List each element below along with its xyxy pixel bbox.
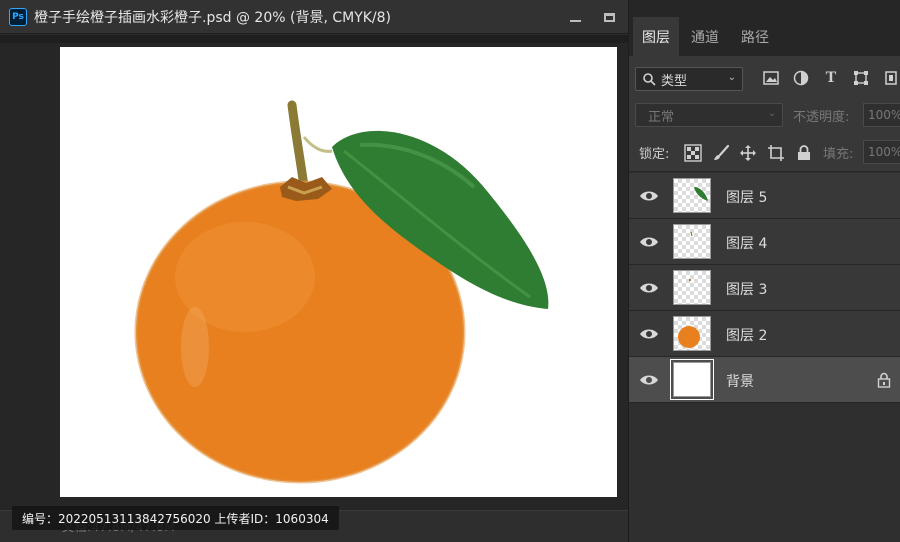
artboard[interactable]: [60, 47, 617, 497]
minimize-button[interactable]: [562, 5, 588, 29]
tab-layers[interactable]: 图层: [633, 17, 679, 56]
filter-type-label: 类型: [661, 73, 688, 89]
lock-all-button[interactable]: [792, 141, 816, 165]
leaf-thumbnail-art: [694, 187, 708, 201]
eye-icon[interactable]: [639, 279, 659, 297]
layer-name[interactable]: 图层 4: [726, 233, 767, 253]
photoshop-window: Ps 橙子手绘橙子插画水彩橙子.psd @ 20% (背景, CMYK/8) 编…: [0, 0, 900, 542]
filter-type-select[interactable]: 类型 ⌄: [635, 67, 743, 91]
brush-icon: [714, 144, 730, 160]
search-icon: [643, 73, 656, 86]
tab-paths[interactable]: 路径: [731, 17, 779, 56]
lock-icon: [798, 145, 810, 160]
layer-thumbnail: [673, 316, 711, 351]
layer-row[interactable]: 图层 5: [629, 173, 900, 219]
layer-row[interactable]: 图层 3: [629, 265, 900, 311]
document-window: Ps 橙子手绘橙子插画水彩橙子.psd @ 20% (背景, CMYK/8) 编…: [0, 0, 628, 542]
canvas-area[interactable]: [0, 35, 628, 510]
document-title[interactable]: 橙子手绘橙子插画水彩橙子.psd @ 20% (背景, CMYK/8): [34, 7, 391, 27]
eye-icon[interactable]: [639, 371, 659, 389]
layer-name[interactable]: 图层 3: [726, 279, 767, 299]
filter-adjustment-layer-button[interactable]: [791, 68, 811, 88]
restore-button[interactable]: [596, 5, 622, 29]
fill-label: 填充:: [823, 147, 854, 162]
lock-transparent-pixels-button[interactable]: [681, 141, 705, 165]
leaf-twig: [302, 136, 333, 153]
move-arrows-icon: [740, 145, 756, 161]
layer-name[interactable]: 背景: [726, 371, 754, 391]
layers-panel: 图层 通道 路径 类型 ⌄ T 正常 ⌄ 不透明度: 100% 锁定: 填充: …: [628, 0, 900, 542]
layer-thumbnail: [673, 270, 711, 305]
opacity-input[interactable]: 100%: [863, 103, 900, 127]
filter-smart-object-button[interactable]: [881, 68, 900, 88]
minimize-icon: [569, 20, 581, 22]
tab-channels[interactable]: 通道: [681, 17, 729, 56]
opacity-label: 不透明度:: [793, 110, 850, 125]
adjustment-circle-icon: [793, 70, 809, 86]
shape-transform-icon: [854, 71, 868, 85]
blend-mode-value: 正常: [648, 109, 675, 125]
filter-shape-layer-button[interactable]: [851, 68, 871, 88]
filter-type-layer-button[interactable]: T: [821, 68, 841, 88]
restore-icon: [603, 12, 615, 22]
checker-lock-icon: [684, 144, 702, 162]
lock-label: 锁定:: [639, 147, 670, 162]
smart-object-icon: [885, 71, 897, 85]
lock-position-button[interactable]: [736, 141, 760, 165]
document-tab-bar[interactable]: Ps 橙子手绘橙子插画水彩橙子.psd @ 20% (背景, CMYK/8): [0, 0, 628, 34]
text-t-icon: T: [825, 69, 837, 86]
stem-thumbnail-art: [690, 231, 693, 237]
crop-frame-icon: [768, 145, 784, 161]
layer-row[interactable]: 图层 2: [629, 311, 900, 357]
chevron-down-icon: ⌄: [767, 108, 776, 119]
layer-thumbnail: [673, 178, 711, 213]
orange-illustration: [134, 100, 549, 484]
eye-icon[interactable]: [639, 233, 659, 251]
filter-pixel-layer-button[interactable]: [761, 68, 781, 88]
layer-thumbnail: [670, 359, 714, 400]
calyx-thumbnail-art: [689, 279, 691, 281]
orange-thumbnail-art: [678, 326, 700, 348]
layer-thumbnail: [673, 224, 711, 259]
fill-input[interactable]: 100%: [863, 140, 900, 164]
eye-icon[interactable]: [639, 187, 659, 205]
photoshop-app-icon: Ps: [9, 7, 27, 26]
lock-image-pixels-button[interactable]: [709, 141, 733, 165]
lock-icon: [877, 372, 891, 388]
canvas-top-shade: [0, 35, 628, 43]
blend-mode-select[interactable]: 正常 ⌄: [635, 103, 783, 127]
layer-filter-row: 类型 ⌄ T: [629, 56, 900, 98]
layer-name[interactable]: 图层 2: [726, 325, 767, 345]
image-icon: [763, 71, 779, 85]
blend-row: 正常 ⌄: [629, 98, 900, 134]
orange-shine-left: [181, 307, 209, 387]
layer-name[interactable]: 图层 5: [726, 187, 767, 207]
chevron-down-icon: ⌄: [727, 72, 736, 83]
orange-stem: [287, 100, 309, 192]
eye-icon[interactable]: [639, 325, 659, 343]
panel-tab-bar: 图层 通道 路径: [629, 0, 900, 56]
layer-row[interactable]: 图层 4: [629, 219, 900, 265]
layer-row-selected[interactable]: 背景: [629, 357, 900, 403]
upload-id-banner: 编号：20220513113842756020 上传者ID：1060304: [12, 506, 339, 530]
lock-artboard-button[interactable]: [764, 141, 788, 165]
